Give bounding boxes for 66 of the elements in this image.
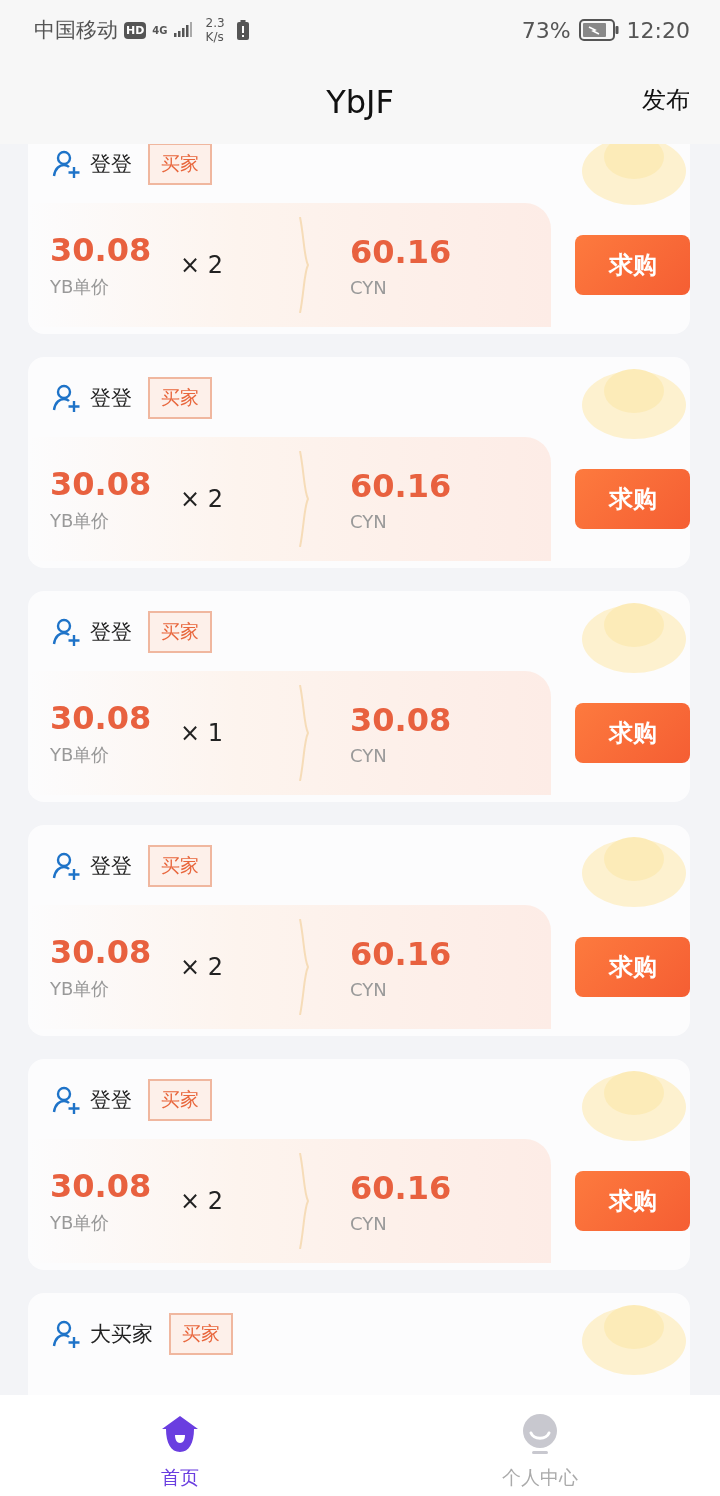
alert-battery-icon bbox=[236, 20, 249, 40]
total-price: 60.16 bbox=[350, 466, 453, 505]
unit-price-label: YB单价 bbox=[50, 743, 111, 767]
hd-badge: HD bbox=[124, 21, 147, 39]
unit-price: 30.08 bbox=[50, 933, 153, 971]
divider-chevron-icon bbox=[298, 451, 310, 547]
currency-label: CYN bbox=[350, 510, 388, 532]
divider-chevron-icon bbox=[298, 217, 310, 313]
unit-price-label: YB单价 bbox=[50, 509, 111, 533]
unit-price-label: YB单价 bbox=[50, 977, 111, 1001]
total-price: 60.16 bbox=[350, 232, 453, 271]
network-type: 4G bbox=[152, 24, 168, 36]
clock-time: 12:20 bbox=[626, 17, 690, 43]
request-buy-button[interactable]: 求购 bbox=[575, 235, 690, 295]
buyer-tag: 买家 bbox=[148, 377, 212, 419]
add-user-icon bbox=[52, 1319, 82, 1349]
request-buy-button[interactable]: 求购 bbox=[575, 469, 690, 529]
carrier-name: 中国移动 bbox=[34, 17, 118, 44]
add-user-icon bbox=[52, 1085, 82, 1115]
add-user-icon bbox=[52, 851, 82, 881]
total-price: 60.16 bbox=[350, 1168, 453, 1207]
quantity: × 2 bbox=[180, 1187, 224, 1215]
unit-price: 30.08 bbox=[50, 699, 153, 737]
user-name: 登登 bbox=[90, 619, 132, 646]
buyer-tag: 买家 bbox=[169, 1313, 233, 1355]
nav-tab[interactable]: 首页 bbox=[0, 1395, 360, 1496]
quantity: × 2 bbox=[180, 251, 224, 279]
user-name: 登登 bbox=[90, 151, 132, 178]
quantity: × 1 bbox=[180, 719, 224, 747]
buyer-tag: 买家 bbox=[148, 1079, 212, 1121]
buyer-tag: 买家 bbox=[148, 845, 212, 887]
request-buy-button[interactable]: 求购 bbox=[575, 937, 690, 997]
user-name: 登登 bbox=[90, 385, 132, 412]
nav-tab[interactable]: 个人中心 bbox=[360, 1395, 720, 1496]
unit-price-label: YB单价 bbox=[50, 1211, 111, 1235]
add-user-icon bbox=[52, 383, 82, 413]
publish-button[interactable]: 发布 bbox=[642, 84, 690, 116]
request-buy-button[interactable]: 求购 bbox=[575, 1171, 690, 1231]
currency-label: CYN bbox=[350, 744, 388, 766]
signal-icon bbox=[173, 22, 192, 38]
page-title: YbJF bbox=[326, 83, 394, 121]
total-price: 60.16 bbox=[350, 934, 453, 973]
request-buy-button[interactable]: 求购 bbox=[575, 703, 690, 763]
currency-label: CYN bbox=[350, 276, 388, 298]
divider-chevron-icon bbox=[298, 1153, 310, 1249]
divider-chevron-icon bbox=[298, 685, 310, 781]
divider-chevron-icon bbox=[298, 919, 310, 1015]
unit-price-label: YB单价 bbox=[50, 275, 111, 299]
currency-label: CYN bbox=[350, 1212, 388, 1234]
add-user-icon bbox=[52, 149, 82, 179]
unit-price: 30.08 bbox=[50, 231, 153, 269]
total-price: 30.08 bbox=[350, 700, 453, 739]
buyer-tag: 买家 bbox=[148, 144, 212, 185]
network-speed: 2.3 K/s bbox=[205, 16, 225, 44]
unit-price: 30.08 bbox=[50, 1167, 153, 1205]
buyer-tag: 买家 bbox=[148, 611, 212, 653]
user-name: 登登 bbox=[90, 853, 132, 880]
battery-charging-icon bbox=[578, 19, 619, 41]
user-name: 登登 bbox=[90, 1087, 132, 1114]
user-name: 大买家 bbox=[90, 1321, 153, 1348]
unit-price: 30.08 bbox=[50, 465, 153, 503]
add-user-icon bbox=[52, 617, 82, 647]
quantity: × 2 bbox=[180, 485, 224, 513]
currency-label: CYN bbox=[350, 978, 388, 1000]
battery-percent: 73% bbox=[521, 17, 571, 43]
quantity: × 2 bbox=[180, 953, 224, 981]
